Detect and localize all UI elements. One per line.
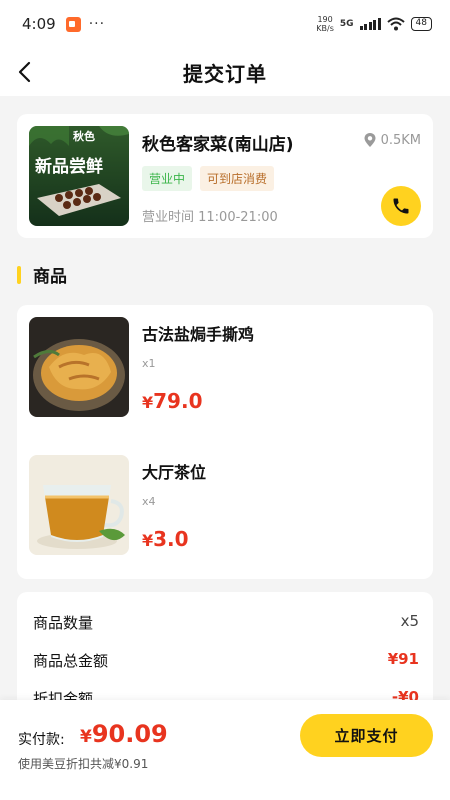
summary-label: 商品总金额 [33, 652, 109, 670]
call-button[interactable] [381, 186, 421, 226]
checkout-bar: 实付款: ¥90.09 使用美豆折扣共减¥0.91 立即支付 [0, 700, 450, 800]
goods-card: 古法盐焗手撕鸡 x1 ¥79.0 大厅茶位 x4 ¥3.0 [17, 305, 433, 579]
status-time: 4:09 [22, 15, 56, 33]
price-currency: ¥ [142, 531, 154, 550]
goods-quantity: x1 [142, 357, 156, 370]
nav-bar: 提交订单 [0, 48, 450, 96]
wifi-icon [386, 17, 405, 31]
video-app-icon [65, 16, 81, 32]
goods-item[interactable]: 古法盐焗手撕鸡 x1 ¥79.0 [29, 317, 421, 417]
pay-amount-value: 90.09 [91, 720, 168, 748]
summary-row-quantity: 商品数量 x5 [33, 612, 419, 633]
goods-name: 大厅茶位 [142, 463, 207, 482]
goods-item[interactable]: 大厅茶位 x4 ¥3.0 [29, 455, 421, 555]
order-summary-card: 商品数量 x5 商品总金额 ¥91 折扣金额 -¥0 [17, 592, 433, 712]
more-notifications-icon: ··· [88, 16, 106, 32]
summary-label: 商品数量 [33, 614, 94, 632]
store-tags: 营业中 可到店消费 [142, 166, 275, 191]
pay-label: 实付款: [18, 732, 65, 748]
pay-now-button[interactable]: 立即支付 [300, 714, 433, 757]
pay-currency: ¥ [80, 727, 92, 747]
phone-icon [393, 198, 409, 214]
goods-price: ¥79.0 [142, 389, 203, 413]
status-bar: 4:09 ··· 190 KB/s 5G 48 [0, 0, 450, 48]
chevron-left-icon[interactable] [14, 60, 38, 84]
goods-thumbnail-chicken [29, 317, 129, 417]
section-title: 商品 [33, 267, 67, 287]
network-speed: 190 KB/s [316, 15, 334, 33]
signal-icon [359, 18, 381, 30]
store-distance: 0.5KM [363, 132, 421, 148]
dine-in-tag: 可到店消费 [200, 166, 275, 191]
business-hours: 营业时间 11:00-21:00 [142, 210, 278, 225]
open-status-tag: 营业中 [142, 166, 193, 191]
store-name: 秋色客家菜(南山店) [142, 135, 294, 155]
price-value: 3.0 [153, 527, 189, 551]
discount-note: 使用美豆折扣共减¥0.91 [18, 757, 149, 771]
location-pin-icon [364, 133, 376, 147]
summary-value: x5 [400, 612, 419, 630]
status-indicators: 190 KB/s 5G 48 [316, 15, 432, 33]
thumb-brand-text: 秋色 [73, 129, 95, 143]
summary-value: ¥91 [387, 650, 419, 668]
price-value: 79.0 [153, 389, 203, 413]
network-speed-unit: KB/s [316, 24, 334, 33]
goods-name: 古法盐焗手撕鸡 [142, 325, 255, 344]
network-type: 5G [339, 19, 354, 29]
distance-value: 0.5KM [380, 132, 421, 148]
store-thumbnail: 秋色 新品尝鲜 [29, 126, 129, 226]
goods-section-header: 商品 [17, 262, 67, 287]
battery-icon: 48 [410, 17, 432, 31]
pay-amount: ¥90.09 [80, 720, 168, 748]
summary-row-total: 商品总金额 ¥91 [33, 650, 419, 671]
goods-quantity: x4 [142, 495, 156, 508]
page-title: 提交订单 [183, 61, 267, 86]
section-accent-bar [17, 265, 21, 284]
store-card[interactable]: 秋色 新品尝鲜 秋色客家菜(南山店) 0.5KM 营业中 可到店消费 营业时间 … [17, 114, 433, 238]
network-speed-value: 190 [317, 15, 333, 24]
goods-price: ¥3.0 [142, 527, 189, 551]
goods-thumbnail-tea [29, 455, 129, 555]
thumb-title-text: 新品尝鲜 [35, 156, 103, 177]
price-currency: ¥ [142, 393, 154, 412]
